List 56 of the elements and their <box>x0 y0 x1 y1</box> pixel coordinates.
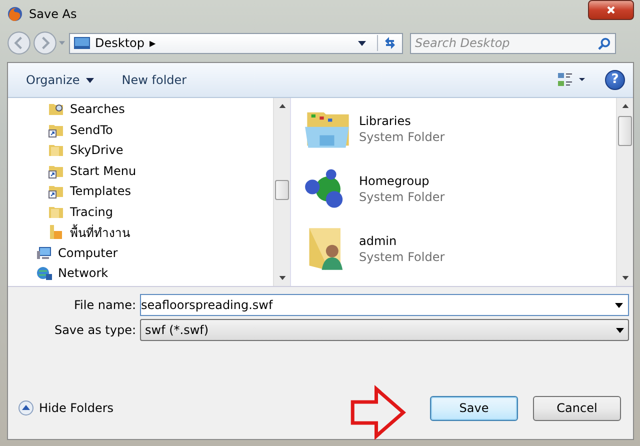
scrollbar[interactable] <box>273 98 290 286</box>
search-folder-icon <box>48 101 64 118</box>
file-name-field[interactable]: seafloorspreading.swf <box>140 294 629 316</box>
caret-icon <box>86 78 94 82</box>
sidebar-item[interactable]: Computer <box>8 242 273 263</box>
scroll-down-icon[interactable] <box>278 276 286 280</box>
collapse-icon <box>18 400 34 416</box>
browser-logo-icon <box>7 6 23 22</box>
folder-icon <box>48 224 64 240</box>
file-name-label: File name: <box>73 298 136 312</box>
close-button[interactable] <box>588 0 634 20</box>
search-icon <box>598 36 611 50</box>
sidebar-item[interactable]: Searches <box>8 99 273 120</box>
close-icon <box>606 5 616 15</box>
location-text: Desktop <box>95 36 144 50</box>
scroll-thumb[interactable] <box>275 180 289 200</box>
scroll-up-icon[interactable] <box>278 104 286 108</box>
file-name[interactable]: admin <box>359 234 445 248</box>
sidebar-item[interactable]: SendTo <box>8 120 273 140</box>
save-type-label: Save as type: <box>53 323 136 337</box>
view-options-icon[interactable] <box>557 71 587 89</box>
sidebar-item[interactable]: Tracing <box>8 202 273 222</box>
save-button[interactable]: Save <box>430 396 518 420</box>
file-name[interactable]: Libraries <box>359 114 445 128</box>
computer-icon <box>36 244 52 261</box>
sidebar-item[interactable]: Network <box>8 263 273 284</box>
search-field[interactable]: Search Desktop <box>410 32 616 54</box>
cancel-button[interactable]: Cancel <box>533 396 621 420</box>
file-name[interactable]: Homegroup <box>359 174 445 188</box>
arrow-drawing <box>350 385 406 440</box>
scroll-up-icon[interactable] <box>622 104 628 108</box>
sidebar-item[interactable]: Start Menu <box>8 160 273 181</box>
desktop-icon <box>74 37 90 49</box>
hide-folders-button[interactable]: Hide Folders <box>18 400 114 416</box>
network-icon <box>36 265 52 282</box>
address-bar[interactable]: Desktop ▶ <box>69 32 403 54</box>
breadcrumb-arrow[interactable]: ▶ <box>150 38 156 48</box>
dropdown-caret-icon[interactable] <box>358 40 366 46</box>
folder-icon <box>48 142 64 158</box>
scrollbar[interactable] <box>616 98 633 286</box>
new-folder-button[interactable]: New folder <box>114 69 195 91</box>
file-type: System Folder <box>359 130 445 144</box>
sidebar-item[interactable]: SkyDrive <box>8 140 273 160</box>
file-type: System Folder <box>359 190 445 204</box>
scroll-thumb[interactable] <box>618 116 632 146</box>
window-title: Save As <box>29 7 77 21</box>
dropdown-caret-icon <box>616 328 624 332</box>
help-button[interactable]: ? <box>605 70 625 90</box>
scroll-down-icon[interactable] <box>622 276 628 280</box>
file-type: System Folder <box>359 250 445 264</box>
save-type-dropdown[interactable]: swf (*.swf) <box>140 319 629 341</box>
sidebar-item[interactable]: พื้นที่ทำงาน <box>8 222 273 242</box>
sidebar-item[interactable]: Templates <box>8 181 273 202</box>
dropdown-caret-icon[interactable] <box>615 303 623 308</box>
shortcut-folder-icon <box>48 183 64 200</box>
organize-button[interactable]: Organize <box>18 69 102 91</box>
